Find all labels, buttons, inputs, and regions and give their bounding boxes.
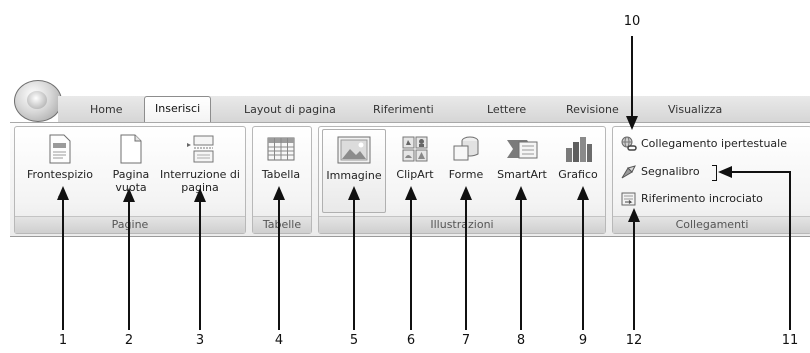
- callout-number-9: 9: [578, 333, 588, 348]
- callout-number-11: 11: [781, 333, 799, 348]
- callout-number-1: 1: [58, 333, 68, 348]
- callout-arrowhead-10: [626, 116, 638, 130]
- callout-arrowhead-2: [123, 188, 135, 202]
- callout-arrow-11: [724, 171, 791, 330]
- callout-arrows: [57, 36, 791, 330]
- callout-arrowhead-9: [577, 186, 589, 200]
- callout-arrowhead-3: [194, 188, 206, 202]
- callout-number-5: 5: [349, 333, 359, 348]
- callout-number-2: 2: [124, 333, 134, 348]
- callout-number-7: 7: [461, 333, 471, 348]
- callout-number-4: 4: [274, 333, 284, 348]
- callout-number-8: 8: [516, 333, 526, 348]
- callout-number-12: 12: [625, 333, 643, 348]
- callout-arrowhead-1: [57, 186, 69, 200]
- callout-arrowhead-12: [628, 208, 640, 222]
- callout-arrowhead-11: [718, 166, 732, 178]
- callout-number-6: 6: [406, 333, 416, 348]
- callout-number-3: 3: [195, 333, 205, 348]
- callout-arrowhead-4: [273, 186, 285, 200]
- callout-arrowhead-8: [515, 186, 527, 200]
- callout-number-10: 10: [623, 14, 641, 29]
- callout-arrowhead-5: [348, 186, 360, 200]
- callout-arrowhead-7: [460, 186, 472, 200]
- callout-arrowhead-6: [405, 186, 417, 200]
